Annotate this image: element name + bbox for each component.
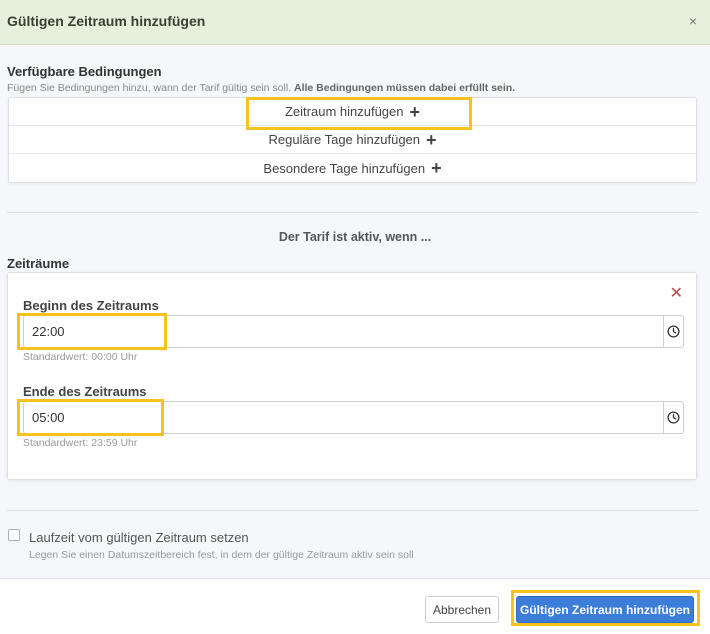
add-special-days-button[interactable]: Besondere Tage hinzufügen + [9,154,696,182]
plus-icon: + [426,129,437,150]
clock-icon [667,325,680,338]
cancel-button[interactable]: Abbrechen [425,596,499,623]
remove-period-icon[interactable]: ✕ [670,283,683,303]
add-regular-days-button[interactable]: Reguläre Tage hinzufügen + [9,126,696,154]
clock-icon [667,411,680,424]
end-hint: Standardwert: 23:59 Uhr [23,437,138,449]
end-label: Ende des Zeitraums [23,384,147,399]
active-when-heading: Der Tarif ist aktiv, wenn ... [278,230,432,244]
add-period-label: Zeitraum hinzufügen [284,104,404,119]
close-icon[interactable]: × [689,13,697,29]
plus-icon: + [409,101,421,122]
end-time-picker-button[interactable] [663,401,684,434]
start-label: Beginn des Zeitraums [23,298,159,313]
end-time-input[interactable] [23,401,663,434]
modal-header: Gültigen Zeitraum hinzufügen × [0,0,710,45]
conditions-title: Verfügbare Bedingungen [7,64,162,79]
period-card: ✕ Beginn des Zeitraums Standardwert: 00:… [7,272,697,480]
start-time-picker-button[interactable] [663,315,684,348]
modal-title: Gültigen Zeitraum hinzufügen [7,13,206,29]
runtime-checkbox-label[interactable]: Laufzeit vom gültigen Zeitraum setzen [29,530,249,545]
conditions-list: Zeitraum hinzufügen + Reguläre Tage hinz… [8,97,697,183]
divider [7,212,698,213]
start-time-input[interactable] [23,315,663,348]
conditions-description: Fügen Sie Bedingungen hinzu, wann der Ta… [7,82,515,94]
divider [7,510,698,511]
plus-icon: + [431,158,442,178]
periods-title: Zeiträume [7,256,70,271]
conditions-desc-bold: Alle Bedingungen müssen dabei erfüllt se… [294,82,516,94]
conditions-desc-text: Fügen Sie Bedingungen hinzu, wann der Ta… [7,82,294,94]
add-period-button[interactable]: Zeitraum hinzufügen + [9,98,696,126]
add-regular-days-label: Reguläre Tage hinzufügen [268,132,421,147]
modal-footer: Abbrechen Gültigen Zeitraum hinzufügen [0,578,710,634]
runtime-description: Legen Sie einen Datumszeitbereich fest, … [29,549,414,561]
add-special-days-label: Besondere Tage hinzufügen [263,160,426,176]
modal-body: Verfügbare Bedingungen Fügen Sie Bedingu… [0,45,710,578]
start-hint: Standardwert: 00:00 Uhr [23,351,138,363]
submit-button[interactable]: Gültigen Zeitraum hinzufügen [516,596,694,623]
runtime-checkbox[interactable] [8,529,20,541]
